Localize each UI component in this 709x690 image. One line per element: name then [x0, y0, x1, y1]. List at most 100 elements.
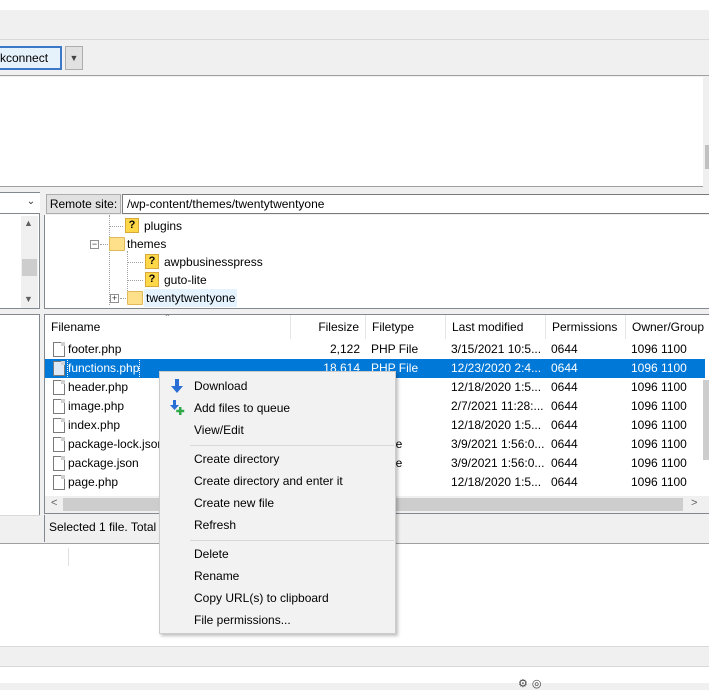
file-name: image.php [68, 399, 125, 413]
menu-item-label: Rename [194, 569, 240, 583]
menu-item-download[interactable]: Download [161, 375, 394, 397]
file-modified: 3/15/2021 10:5... [451, 342, 542, 356]
quickconnect-button[interactable]: kconnect [0, 46, 62, 70]
file-name: functions.php [66, 358, 141, 379]
tree-item-label: awpbusinesspress [164, 255, 263, 269]
file-owner: 1096 1100 [631, 456, 687, 470]
remote-directory-tree[interactable]: ? plugins − themes ? awpbusinesspress ? … [44, 215, 709, 309]
file-icon [53, 475, 65, 490]
file-modified: 3/9/2021 1:56:0... [451, 437, 545, 451]
menu-item-copy-url[interactable]: Copy URL(s) to clipboard [161, 587, 394, 609]
scroll-thumb[interactable] [22, 259, 37, 276]
menu-item-create-directory[interactable]: Create directory [161, 448, 394, 470]
quickconnect-dropdown-button[interactable]: ▼ [65, 46, 83, 70]
collapse-icon[interactable]: − [90, 240, 99, 249]
menu-item-create-directory-enter[interactable]: Create directory and enter it [161, 470, 394, 492]
column-permissions[interactable]: Permissions [546, 315, 626, 339]
file-perms: 0644 [551, 418, 578, 432]
menu-item-file-permissions[interactable]: File permissions... [161, 609, 394, 631]
folder-open-icon [109, 237, 125, 251]
file-owner: 1096 1100 [631, 342, 687, 356]
toolbar [0, 10, 709, 40]
file-perms: 0644 [551, 399, 578, 413]
menu-item-view-edit[interactable]: View/Edit [161, 419, 394, 441]
unknown-folder-icon: ? [145, 272, 159, 287]
file-perms: 0644 [551, 361, 578, 375]
column-owner-group[interactable]: Owner/Group [626, 315, 709, 339]
tree-item-label: themes [127, 237, 167, 251]
file-icon [53, 418, 65, 433]
file-name: package.json [68, 456, 139, 470]
file-icon [53, 342, 65, 357]
menu-item-add-to-queue[interactable]: Add files to queue [161, 397, 394, 419]
menu-item-refresh[interactable]: Refresh [161, 514, 394, 536]
download-arrow-icon [171, 379, 183, 393]
file-name: header.php [68, 380, 129, 394]
column-filetype[interactable]: Filetype [366, 315, 446, 339]
file-icon [53, 456, 65, 471]
scroll-down-icon[interactable]: ▼ [24, 294, 33, 304]
file-perms: 0644 [551, 380, 578, 394]
file-modified: 12/18/2020 1:5... [451, 418, 542, 432]
local-status-bar [0, 515, 40, 542]
scroll-up-icon[interactable]: ▲ [24, 218, 33, 228]
menu-item-rename[interactable]: Rename [161, 565, 394, 587]
menu-item-label: Delete [194, 547, 229, 561]
file-owner: 1096 1100 [631, 399, 687, 413]
expand-icon[interactable]: + [110, 294, 119, 303]
file-owner: 1096 1100 [631, 437, 687, 451]
menu-item-label: Copy URL(s) to clipboard [194, 591, 329, 605]
file-owner: 1096 1100 [631, 475, 687, 489]
file-icon [53, 399, 65, 414]
remote-site-label: Remote site: [46, 194, 121, 214]
queue-column-divider [68, 548, 69, 566]
scroll-left-icon[interactable]: < [51, 497, 57, 509]
file-icon [53, 380, 65, 395]
context-menu: Download Add files to queue View/Edit Cr… [159, 371, 396, 634]
menu-item-label: Download [194, 379, 248, 393]
tree-item-label: plugins [144, 219, 183, 233]
menu-separator [190, 540, 394, 541]
menu-item-label: Refresh [194, 518, 237, 532]
tree-item-label: guto-lite [164, 273, 207, 287]
window-top-strip [0, 0, 709, 10]
chevron-down-icon[interactable]: ⌄ [24, 196, 38, 212]
add-to-queue-icon [170, 400, 185, 415]
column-filename[interactable]: Filename [45, 315, 291, 339]
local-tree-scrollbar[interactable]: ▲ ▼ [21, 216, 38, 308]
menu-item-label: Create directory and enter it [194, 474, 343, 488]
message-log-scroll-thumb[interactable] [705, 145, 709, 169]
remote-path-input[interactable]: /wp-content/themes/twentytwentyone [122, 194, 709, 214]
queue-tabs-bar [0, 646, 709, 666]
file-perms: 0644 [551, 437, 578, 451]
file-owner: 1096 1100 [631, 418, 687, 432]
menu-item-create-new-file[interactable]: Create new file [161, 492, 394, 514]
quickconnect-bar [0, 40, 709, 76]
message-log[interactable] [0, 77, 709, 187]
menu-item-label: Add files to queue [194, 401, 291, 415]
column-last-modified[interactable]: Last modified [446, 315, 546, 339]
local-file-list[interactable] [0, 314, 40, 542]
file-row[interactable]: footer.php 2,122 PHP File 3/15/2021 10:5...… [45, 340, 705, 359]
file-list-scroll-thumb[interactable] [703, 380, 709, 460]
file-icon [53, 361, 65, 376]
unknown-folder-icon: ? [145, 254, 159, 269]
scroll-right-icon[interactable]: > [691, 497, 697, 509]
column-filesize[interactable]: Filesize [291, 315, 366, 339]
menu-item-label: File permissions... [194, 613, 291, 627]
status-icons: ⚙◎ [518, 678, 546, 690]
unknown-folder-icon: ? [125, 218, 139, 233]
file-icon [53, 437, 65, 452]
menu-item-delete[interactable]: Delete [161, 543, 394, 565]
chevron-down-icon: ▼ [69, 53, 79, 63]
file-perms: 0644 [551, 342, 578, 356]
menu-item-label: View/Edit [194, 423, 244, 437]
file-name: page.php [68, 475, 119, 489]
file-owner: 1096 1100 [631, 361, 687, 375]
menu-item-label: Create directory [194, 452, 280, 466]
file-modified: 12/18/2020 1:5... [451, 380, 542, 394]
file-modified: 3/9/2021 1:56:0... [451, 456, 545, 470]
tree-guide-line [109, 215, 110, 305]
message-log-scrollbar[interactable] [703, 77, 709, 187]
file-perms: 0644 [551, 456, 578, 470]
